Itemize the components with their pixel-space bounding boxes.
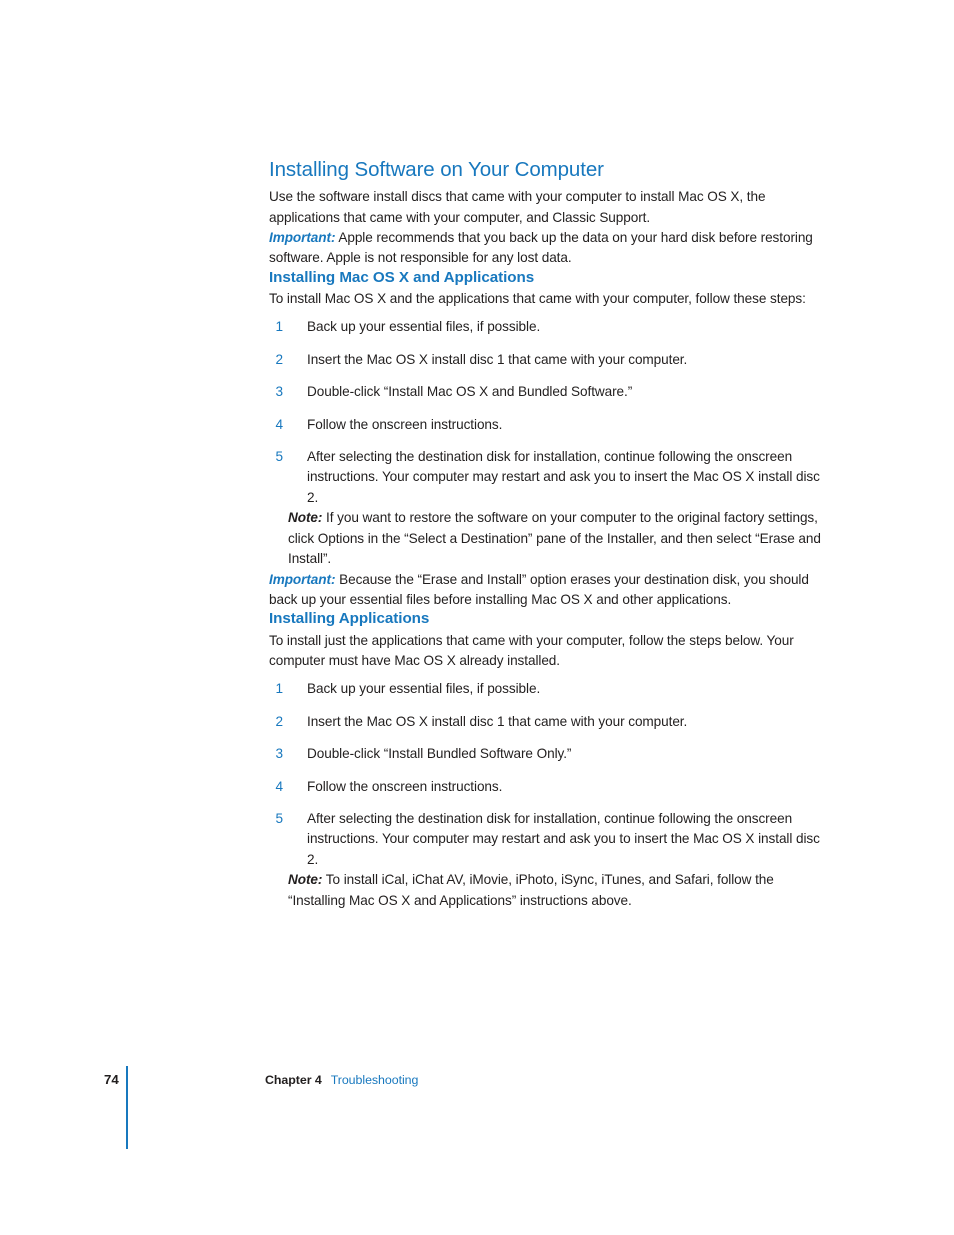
subsection-2-intro-paragraph: To install just the applications that ca… [269, 632, 794, 668]
note-label: Note: [288, 510, 323, 526]
subsection-1-important-paragraph: Important: Because the “Erase and Instal… [269, 570, 823, 611]
step-text: After selecting the destination disk for… [307, 449, 820, 505]
note-label: Note: [288, 872, 323, 888]
list-item: 5 After selecting the destination disk fo… [276, 447, 823, 508]
step-number: 5 [275, 449, 284, 465]
list-item: 2 Insert the Mac OS X install disc 1 that… [276, 712, 823, 732]
list-item: 4 Follow the onscreen instructions. [276, 415, 823, 435]
list-item: 1 Back up your essential files, if possib… [276, 679, 823, 699]
step-text: Follow the onscreen instructions. [307, 778, 503, 794]
list-item: 3 Double-click “Install Mac OS X and Bund… [276, 382, 823, 402]
subsection-2-note-paragraph: Note: To install iCal, iChat AV, iMovie,… [288, 870, 823, 911]
page-footer: 74 Chapter 4 Troubleshooting [0, 1064, 954, 1154]
step-number: 5 [275, 811, 284, 826]
list-item: 5 After selecting the destination disk fo… [276, 809, 823, 870]
step-text: Back up your essential files, if possibl… [307, 319, 541, 335]
subheading-installing-mac-os-x-and-applications: Installing Mac OS X and Applications [269, 268, 535, 286]
document-page: Installing Software on Your Computer Use… [0, 0, 954, 1235]
step-number: 3 [275, 746, 284, 762]
step-text: Insert the Mac OS X install disc 1 that … [307, 713, 688, 729]
important-label: Important: [269, 230, 336, 245]
page-title: Installing Software on Your Computer [269, 158, 604, 181]
important-text: Because the “Erase and Install” option e… [269, 571, 809, 607]
step-text: Double-click “Install Bundled Software O… [307, 746, 572, 762]
running-head: Chapter 4 Troubleshooting [265, 1073, 418, 1087]
step-number: 4 [275, 778, 284, 794]
list-item: 3 Double-click “Install Bundled Software … [276, 744, 823, 764]
step-number: 2 [275, 713, 284, 729]
step-number: 1 [275, 319, 284, 335]
step-text: Back up your essential files, if possibl… [307, 681, 541, 697]
step-text: Double-click “Install Mac OS X and Bundl… [307, 384, 633, 400]
steps-list-install-applications: 1 Back up your essential files, if possib… [276, 679, 823, 870]
list-item: 4 Follow the onscreen instructions. [276, 777, 823, 797]
subsection-1-note-paragraph: Note: If you want to restore the softwar… [288, 508, 823, 569]
important-label: Important: [269, 571, 336, 587]
chapter-topic-label: Troubleshooting [330, 1073, 419, 1087]
note-text: If you want to restore the software on y… [288, 510, 821, 567]
page-number: 74 [104, 1072, 119, 1087]
list-item: 1 Back up your essential files, if possib… [276, 317, 823, 337]
section-intro-paragraph: Use the software install discs that came… [269, 189, 766, 225]
subheading-installing-applications: Installing Applications [269, 610, 430, 628]
list-item: 2 Insert the Mac OS X install disc 1 that… [276, 350, 823, 370]
note-text: To install iCal, iChat AV, iMovie, iPhot… [288, 872, 774, 908]
footer-vertical-rule [126, 1066, 128, 1149]
page-content: Installing Software on Your Computer Use… [269, 158, 823, 911]
important-text: Apple recommends that you back up the da… [269, 230, 813, 266]
step-number: 3 [275, 384, 284, 400]
step-text: After selecting the destination disk for… [307, 811, 820, 867]
steps-list-install-mac-os-x: 1 Back up your essential files, if possib… [276, 317, 823, 508]
step-text: Insert the Mac OS X install disc 1 that … [307, 351, 688, 367]
step-number: 4 [275, 416, 284, 432]
chapter-label: Chapter 4 [265, 1073, 322, 1087]
subsection-1-intro-paragraph: To install Mac OS X and the applications… [269, 291, 806, 307]
step-number: 1 [275, 681, 284, 697]
step-text: Follow the onscreen instructions. [307, 416, 503, 432]
step-number: 2 [275, 351, 284, 367]
section-important-paragraph: Important: Apple recommends that you bac… [269, 228, 823, 269]
